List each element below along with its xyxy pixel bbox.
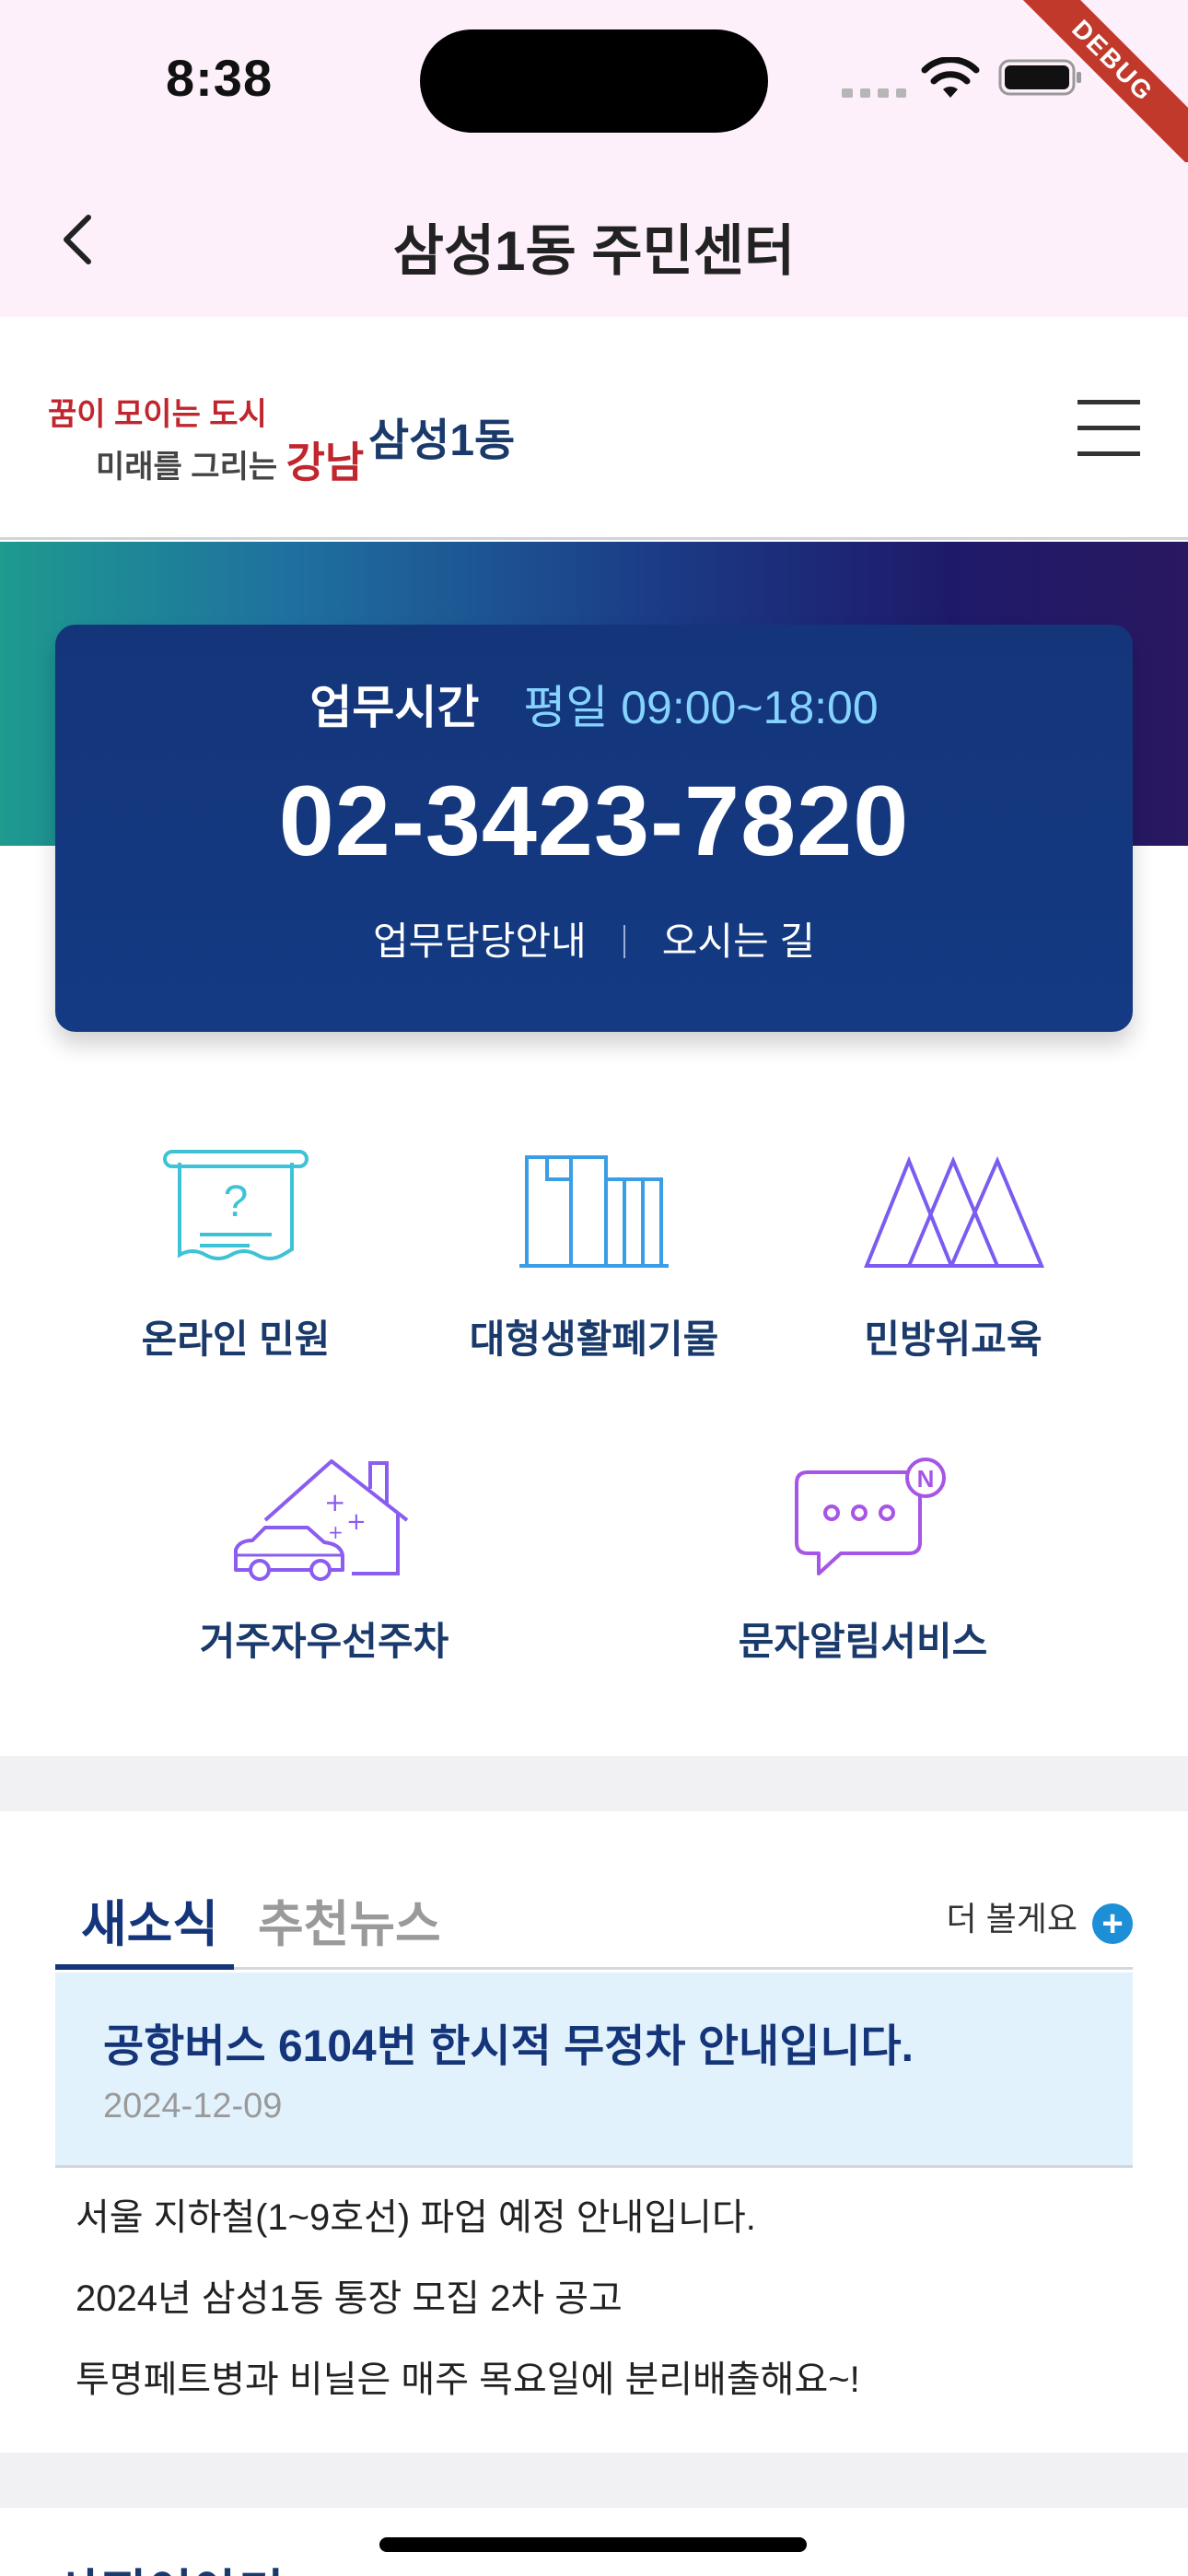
- staff-guide-link[interactable]: 업무담당안내: [373, 919, 587, 963]
- service-online-civil[interactable]: ? 온라인 민원: [70, 1142, 402, 1364]
- service-label: 온라인 민원: [141, 1317, 331, 1361]
- featured-news-title: 공항버스 6104번 한시적 무정차 안내입니다.: [103, 2022, 914, 2071]
- news-list-item[interactable]: 2024년 삼성1동 통장 모집 2차 공고: [76, 2268, 623, 2322]
- link-divider: [623, 925, 625, 958]
- logo-line2-prefix: 미래를 그리는: [96, 450, 286, 485]
- svg-text:+: +: [346, 1508, 367, 1536]
- more-label: 더 볼게요: [946, 1900, 1077, 1938]
- tab-news[interactable]: 새소식: [81, 1883, 218, 1956]
- phone-number[interactable]: 02-3423-7820: [55, 763, 1133, 878]
- service-label: 대형생활폐기물: [469, 1317, 719, 1361]
- status-bar: 8:38 DEBUG: [0, 0, 1188, 180]
- district-name: 삼성1동: [368, 416, 516, 465]
- news-list-item[interactable]: 투명페트병과 비닐은 매주 목요일에 분리배출해요~!: [76, 2349, 860, 2403]
- wifi-icon: [921, 57, 980, 98]
- office-info-card: 업무시간 평일 09:00~18:00 02-3423-7820 업무담당안내 오시…: [55, 625, 1133, 1032]
- office-hours: 업무시간 평일 09:00~18:00: [55, 671, 1133, 737]
- dynamic-island: [420, 29, 768, 133]
- photo-story-heading: 사진이야기: [55, 2552, 284, 2576]
- service-label: 문자알림서비스: [738, 1620, 988, 1663]
- triangles-icon: [864, 1155, 1045, 1268]
- svg-text:N: N: [917, 1465, 935, 1493]
- cellular-signal-icon: [842, 88, 906, 98]
- site-header: 꿈이 모이는 도시 미래를 그리는 강남 삼성1동: [0, 317, 1188, 540]
- svg-text:+: +: [324, 1487, 345, 1517]
- section-divider: [0, 2453, 1188, 2508]
- featured-news-item[interactable]: 공항버스 6104번 한시적 무정차 안내입니다. 2024-12-09: [55, 1973, 1133, 2168]
- section-divider: [0, 1756, 1188, 1811]
- card-links: 업무담당안내 오시는 길: [55, 910, 1133, 966]
- service-civil-defense[interactable]: 민방위교육: [787, 1142, 1119, 1364]
- svg-text:+: +: [328, 1521, 344, 1543]
- app-bar: 삼성1동 주민센터: [0, 162, 1188, 317]
- logo-line1: 꿈이 모이는 도시: [48, 397, 267, 432]
- logo-brand: 강남: [285, 439, 365, 486]
- logo-line2: 미래를 그리는 강남: [96, 429, 364, 490]
- news-list-item[interactable]: 서울 지하철(1~9호선) 파업 예정 안내입니다.: [76, 2187, 756, 2241]
- service-label: 민방위교육: [864, 1317, 1042, 1361]
- status-time: 8:38: [166, 49, 274, 107]
- more-news-button[interactable]: 더 볼게요 +: [947, 1892, 1133, 1944]
- service-sms-notification[interactable]: N 문자알림서비스: [697, 1454, 1029, 1667]
- page-title: 삼성1동 주민센터: [392, 220, 796, 282]
- service-label: 거주자우선주차: [199, 1620, 449, 1663]
- svg-text:?: ?: [224, 1177, 249, 1226]
- battery-icon: [998, 59, 1081, 96]
- directions-link[interactable]: 오시는 길: [662, 919, 815, 963]
- service-bulky-waste[interactable]: 대형생활폐기물: [428, 1142, 760, 1364]
- furniture-waste-icon: [519, 1155, 669, 1268]
- hours-label: 업무시간: [309, 682, 480, 733]
- active-tab-indicator: [55, 1964, 234, 1970]
- hamburger-menu-icon[interactable]: [1077, 400, 1140, 456]
- home-indicator[interactable]: [379, 2537, 807, 2552]
- featured-news-date: 2024-12-09: [103, 2087, 283, 2125]
- news-tabs: 새소식 추천뉴스 더 볼게요 +: [55, 1879, 1133, 1970]
- gangnam-logo[interactable]: 꿈이 모이는 도시 미래를 그리는 강남: [48, 389, 364, 486]
- receipt-question-icon: ?: [163, 1150, 309, 1260]
- tab-recommended-news[interactable]: 추천뉴스: [258, 1883, 441, 1956]
- plus-circle-icon: +: [1092, 1903, 1133, 1944]
- hours-value: 평일 09:00~18:00: [523, 682, 879, 733]
- service-resident-parking[interactable]: + + + 거주자우선주차: [158, 1454, 490, 1667]
- chat-notification-icon: N: [795, 1458, 946, 1575]
- house-car-icon: + + +: [234, 1459, 409, 1581]
